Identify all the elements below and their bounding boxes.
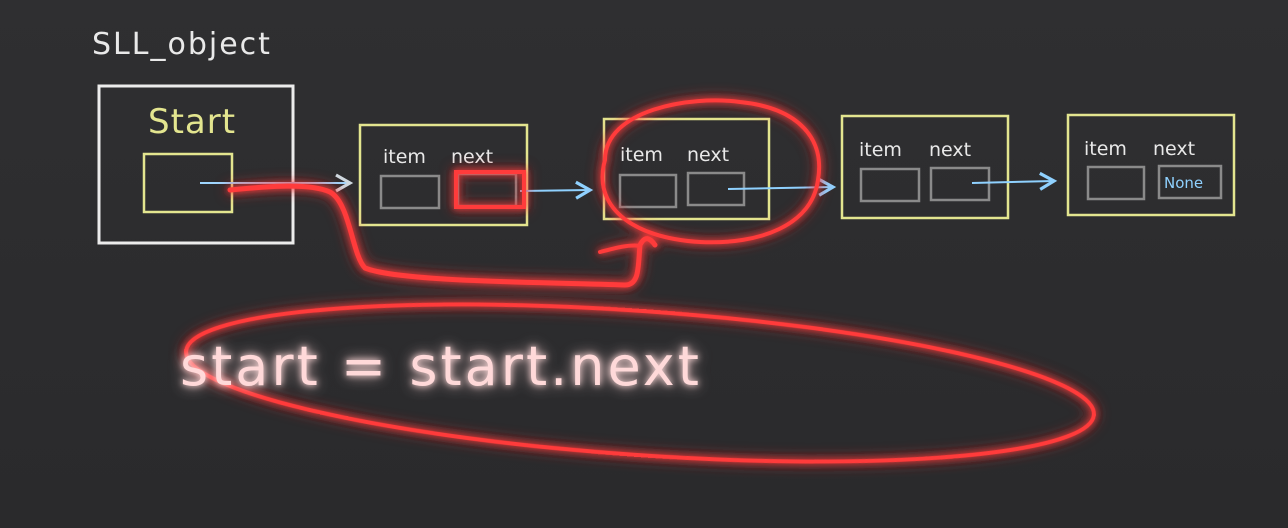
node-4-item-label: item (1084, 138, 1127, 160)
node-1: item next (358, 123, 529, 227)
node-3-item-label: item (859, 139, 902, 161)
redirect-arrowhead-stroke (598, 243, 642, 254)
node-2-item-label: item (620, 144, 663, 166)
arrow-node-3-to-node-4 (971, 171, 1058, 191)
node-4-item-cell (1086, 165, 1146, 201)
node-3-item-cell (859, 167, 921, 203)
node-2-circle-highlight (600, 98, 822, 245)
node-2-next-label: next (687, 144, 729, 166)
start-label: Start (148, 102, 236, 142)
linked-list-diagram: SLL_object Start item next item next ite… (92, 27, 1236, 464)
node-3: item next (840, 114, 1010, 220)
node-4-none-value: None (1164, 174, 1203, 192)
node-3-next-cell (929, 166, 991, 202)
node-1-item-label: item (383, 146, 426, 168)
chalkboard: SLL_object Start item next item next ite… (0, 0, 1288, 528)
annotation-text: start = start.next (180, 335, 702, 398)
node-4: item next None (1066, 113, 1236, 217)
node-1-next-cell (456, 172, 518, 208)
node-4-next-label: next (1153, 138, 1195, 160)
node-2: item next (602, 117, 771, 221)
node-3-next-label: next (929, 139, 971, 161)
node-1-item-cell (379, 174, 441, 210)
arrow-node-1-to-node-2 (519, 180, 594, 200)
sll-object-label: SLL_object (92, 27, 272, 62)
node-2-item-cell (618, 173, 678, 209)
next-cell-highlight (454, 170, 526, 209)
node-1-next-label: next (451, 146, 493, 168)
